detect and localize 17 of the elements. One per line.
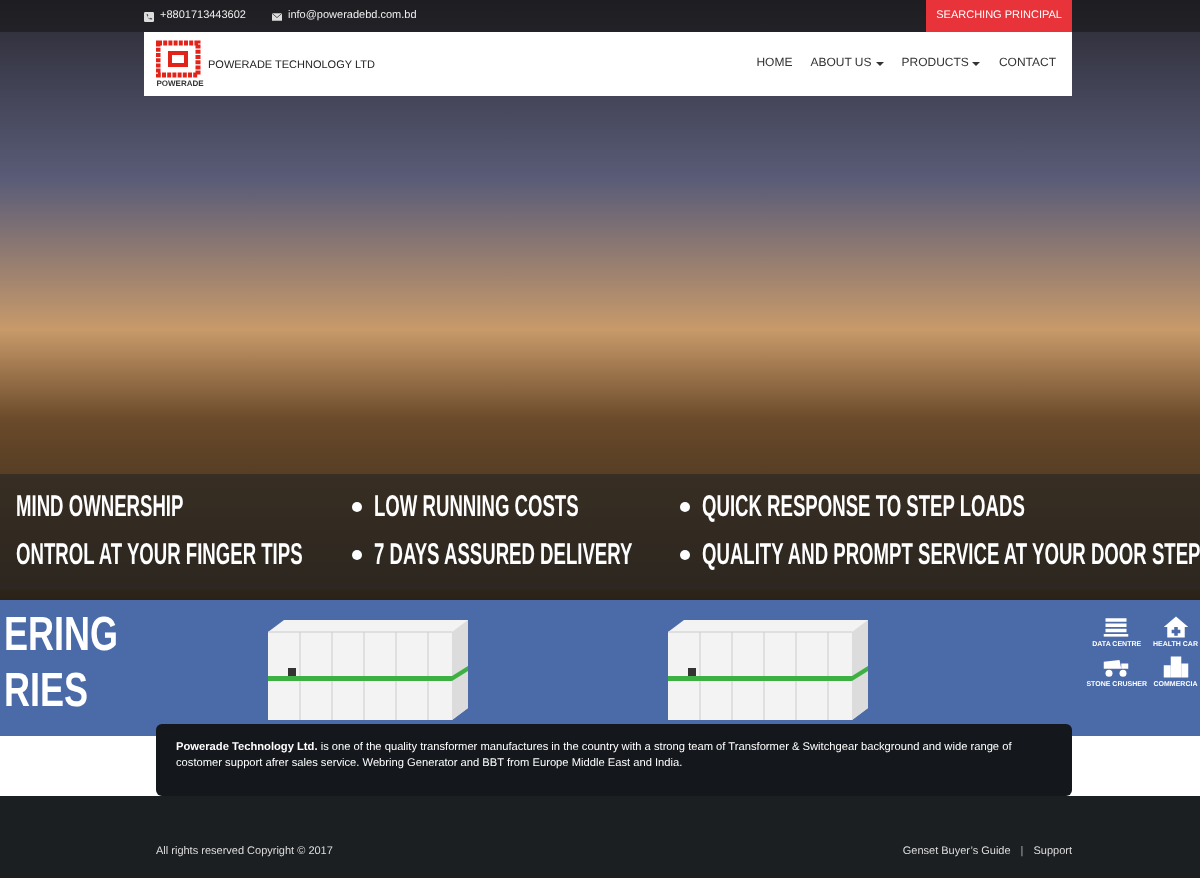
- feature-text: LOW RUNNING COSTS: [374, 489, 579, 523]
- phone-icon: [144, 11, 154, 21]
- office-building-icon: [1161, 656, 1190, 678]
- feature-text: 7 DAYS ASSURED DELIVERY: [374, 537, 633, 571]
- feature-text: ONTROL AT YOUR FINGER TIPS: [16, 537, 303, 571]
- feature-text: MIND OWNERSHIP: [16, 489, 184, 523]
- caret-icon: [875, 62, 884, 66]
- banner-title: RIES: [4, 664, 90, 720]
- feature-text: QUALITY AND PROMPT SERVICE AT YOUR DOOR STEP: [702, 537, 1200, 571]
- caret-icon: [972, 62, 981, 66]
- logo-icon: [156, 40, 204, 78]
- house-cross-icon: [1161, 616, 1190, 638]
- feature-text: QUICK RESPONSE TO STEP LOADS: [702, 489, 1025, 523]
- server-rack-icon: [1102, 616, 1131, 638]
- email-icon: [271, 11, 282, 21]
- banner-title: ERING: [4, 608, 120, 664]
- dump-truck-icon: [1102, 656, 1131, 678]
